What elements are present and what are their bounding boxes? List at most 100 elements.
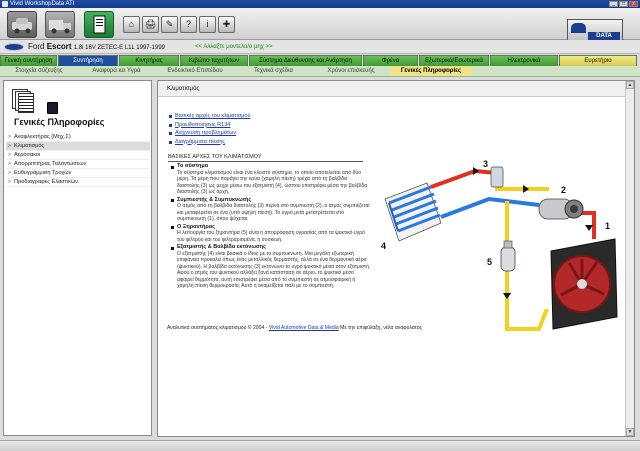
label-evaporator: 4 [381, 241, 386, 251]
subtab-coupling-data[interactable]: Στοιχεία σύζευξης [0, 66, 78, 76]
minimize-button[interactable]: _ [609, 1, 618, 7]
ac-system-diagram: 1 2 3 4 5 [381, 159, 618, 331]
subtab-repair-times[interactable]: Χρόνοι επισκευής [312, 66, 390, 76]
evaporator-graphic [384, 182, 442, 242]
tab-general-maintenance[interactable]: Γενική συντήρηση [0, 55, 57, 66]
vehicle-make: Ford [28, 42, 45, 51]
document-icon [93, 15, 106, 34]
section-text: Ο ατμός από τη βαλβίδα διαστολής (3) περ… [177, 203, 370, 223]
tab-electronics[interactable]: Ηλεκτρονικά [490, 55, 558, 66]
label-expansion-valve: 3 [483, 159, 488, 169]
home-button[interactable]: ⌂ [123, 16, 140, 33]
vehicle-details: 1.8i 16V ZETEC-E L1L 1997-1999 [73, 45, 165, 51]
home-icon: ⌂ [128, 19, 135, 29]
vivid-link[interactable]: Vivid Automotive Data & Media [269, 325, 339, 331]
section-heading: Εξατμιστής & Βαλβίδα εκτόνωσης [177, 244, 266, 251]
section-heading: Το σύστημα [177, 163, 209, 169]
car-selection-button[interactable] [7, 11, 37, 38]
pipe-blue [440, 196, 540, 219]
content-scrollbar[interactable]: ▲ ▼ [625, 81, 634, 436]
tab-gearbox[interactable]: Κιβώτιο ταχυτήτων [180, 55, 248, 66]
left-panel-title: Γενικές Πληροφορίες [14, 117, 105, 127]
vehicle-model: Escort [46, 42, 72, 51]
section-evaporator: Εξατμιστής & Βαλβίδα εκτόνωσης Ο εξατμισ… [171, 244, 371, 290]
print-button[interactable]: 🖨 [142, 16, 159, 33]
vivid-emblem-icon [571, 23, 586, 33]
section-compressor: Συμπιεστής & Συμπυκνωτής Ο ατμός από τη … [171, 197, 371, 223]
link-r134-warnings[interactable]: Προειδοποιήσεις R134 [169, 121, 250, 130]
window-titlebar: Vivid WorkshopData ATI _ □ x [0, 0, 640, 8]
subtab-level-indicator[interactable]: Ενδεικτικό Επιπέδου [155, 66, 235, 76]
data-button[interactable] [84, 11, 114, 38]
truck-selection-button[interactable] [45, 11, 75, 38]
topic-item-tyre-specs[interactable]: Προδιαγραφές Ελαστικών [6, 178, 150, 187]
flow-arrow [473, 167, 479, 175]
sub-tabs: Στοιχεία σύζευξης Αναφορά κει Υγρά Ενδει… [0, 66, 640, 77]
info-icon: i [206, 19, 209, 29]
pencil-icon: ✎ [165, 19, 174, 29]
section-text: Η λειτουργία του ξηραντήρα (5) είναι η α… [177, 230, 365, 243]
topic-item-ignition[interactable]: Αναφλεκτήρας (Μηχ.Σ) [6, 133, 150, 142]
section-system: Το σύστημα Το σύστημα κλιματισμού είναι … [171, 163, 371, 196]
flow-arrow [523, 185, 529, 193]
content-links: Βασικές αρχές του κλιματισμού Προειδοποι… [169, 112, 250, 146]
dryer-graphic [500, 240, 516, 272]
truck-icon [49, 20, 71, 34]
content-panel: Κλιματισμός Βασικές αρχές του κλιματισμο… [157, 80, 635, 437]
label-condenser: 1 [605, 221, 610, 231]
tab-brakes[interactable]: Φρένα [363, 55, 418, 66]
footnote-prefix: Αναλυτικά συστήματος κλιματισμού © 2004 … [167, 325, 268, 331]
main-toolbar: ⌂ 🖨 ✎ ? i ✚ DATA [0, 8, 640, 43]
vehicle-info: Ford Escort 1.8i 16V ZETEC-E L1L 1997-19… [28, 40, 165, 55]
change-vehicle-link[interactable]: << Αλλαξτε μοντελο/ο μηχ >> [195, 40, 273, 54]
settings-button[interactable]: ✚ [218, 16, 235, 33]
status-bar [0, 440, 640, 451]
left-navigation-panel: Γενικές Πληροφορίες Αναφλεκτήρας (Μηχ.Σ)… [3, 80, 152, 436]
condenser-graphic [550, 238, 618, 330]
scroll-down-arrow-icon[interactable]: ▼ [626, 428, 634, 436]
compressor-graphic [538, 198, 584, 220]
book-icon [47, 102, 58, 114]
tab-index[interactable]: Ευρετήριο [559, 55, 637, 66]
car-icon [12, 18, 32, 34]
topic-item-shock-absorbers[interactable]: Απορριπτήρας Ταλαντώσεων [6, 160, 150, 169]
info-button[interactable]: i [199, 16, 216, 33]
section-text: Το σύστημα κλιματισμού είναι ένα κλειστό… [177, 169, 368, 196]
edit-button[interactable]: ✎ [161, 16, 178, 33]
content-header: Κλιματισμός [158, 81, 626, 97]
documents-icon [12, 89, 37, 113]
topic-item-wheel-alignment[interactable]: Ευθυγράμμιση Τροχών [6, 169, 150, 178]
section-title: ΒΑΣΙΚΕΣ ΑΡΧΕΣ ΤΟΥ ΚΛΙΜΑΤΙΣΜΟΥ [168, 154, 262, 160]
topic-item-airbags[interactable]: Αερόσακοι [6, 151, 150, 160]
close-button[interactable]: x [629, 1, 638, 7]
link-basic-principles[interactable]: Βασικές αρχές του κλιματισμού [169, 112, 250, 121]
tab-exterior-interior[interactable]: Εξωτερικά/Εσωτερικά [419, 55, 489, 66]
section-dryer: Ο Ξηραντήρας Η λειτουργία του ξηραντήρα … [171, 224, 371, 244]
expansion-valve [490, 166, 504, 188]
label-dryer: 5 [487, 257, 492, 267]
scroll-up-arrow-icon[interactable]: ▲ [626, 81, 634, 89]
vehicle-bar: Ford Escort 1.8i 16V ZETEC-E L1L 1997-19… [0, 40, 640, 54]
subtab-general-info[interactable]: Γενικές Πληροφορίες [390, 66, 472, 76]
link-troubleshooting[interactable]: Ανίχνευση προβλημάτων [169, 129, 250, 138]
window-title: Vivid WorkshopData ATI [10, 1, 75, 7]
printer-icon: 🖨 [144, 19, 157, 29]
help-button[interactable]: ? [180, 16, 197, 33]
main-tabs: Γενική συντήρηση Συντήρηση Κινητήρας Κιβ… [0, 55, 640, 66]
tab-maintenance[interactable]: Συντήρηση [58, 55, 118, 66]
window-controls: _ □ x [609, 1, 638, 7]
link-pressure-diagrams[interactable]: Διαγράμματα πίεσης [169, 138, 250, 147]
flow-arrow [585, 225, 593, 231]
subtab-fluids[interactable]: Αναφορά κει Υγρά [78, 66, 155, 76]
article-body: Το σύστημα Το σύστημα κλιματισμού είναι … [171, 163, 371, 291]
topic-item-air-conditioning[interactable]: Κλιματισμός [6, 142, 150, 151]
maximize-button[interactable]: □ [619, 1, 628, 7]
section-divider [168, 161, 363, 162]
app-icon [2, 1, 8, 7]
tab-steering-suspension[interactable]: Σύστημα Διεύθυνσης και Ανάρτηση [249, 55, 362, 66]
help-icon: ? [185, 19, 191, 29]
flow-arrow [503, 293, 511, 299]
subtab-technical-drawings[interactable]: Τεχνικά σχέδια [235, 66, 312, 76]
label-compressor: 2 [561, 185, 566, 195]
tab-engine[interactable]: Κινητήρας [119, 55, 179, 66]
